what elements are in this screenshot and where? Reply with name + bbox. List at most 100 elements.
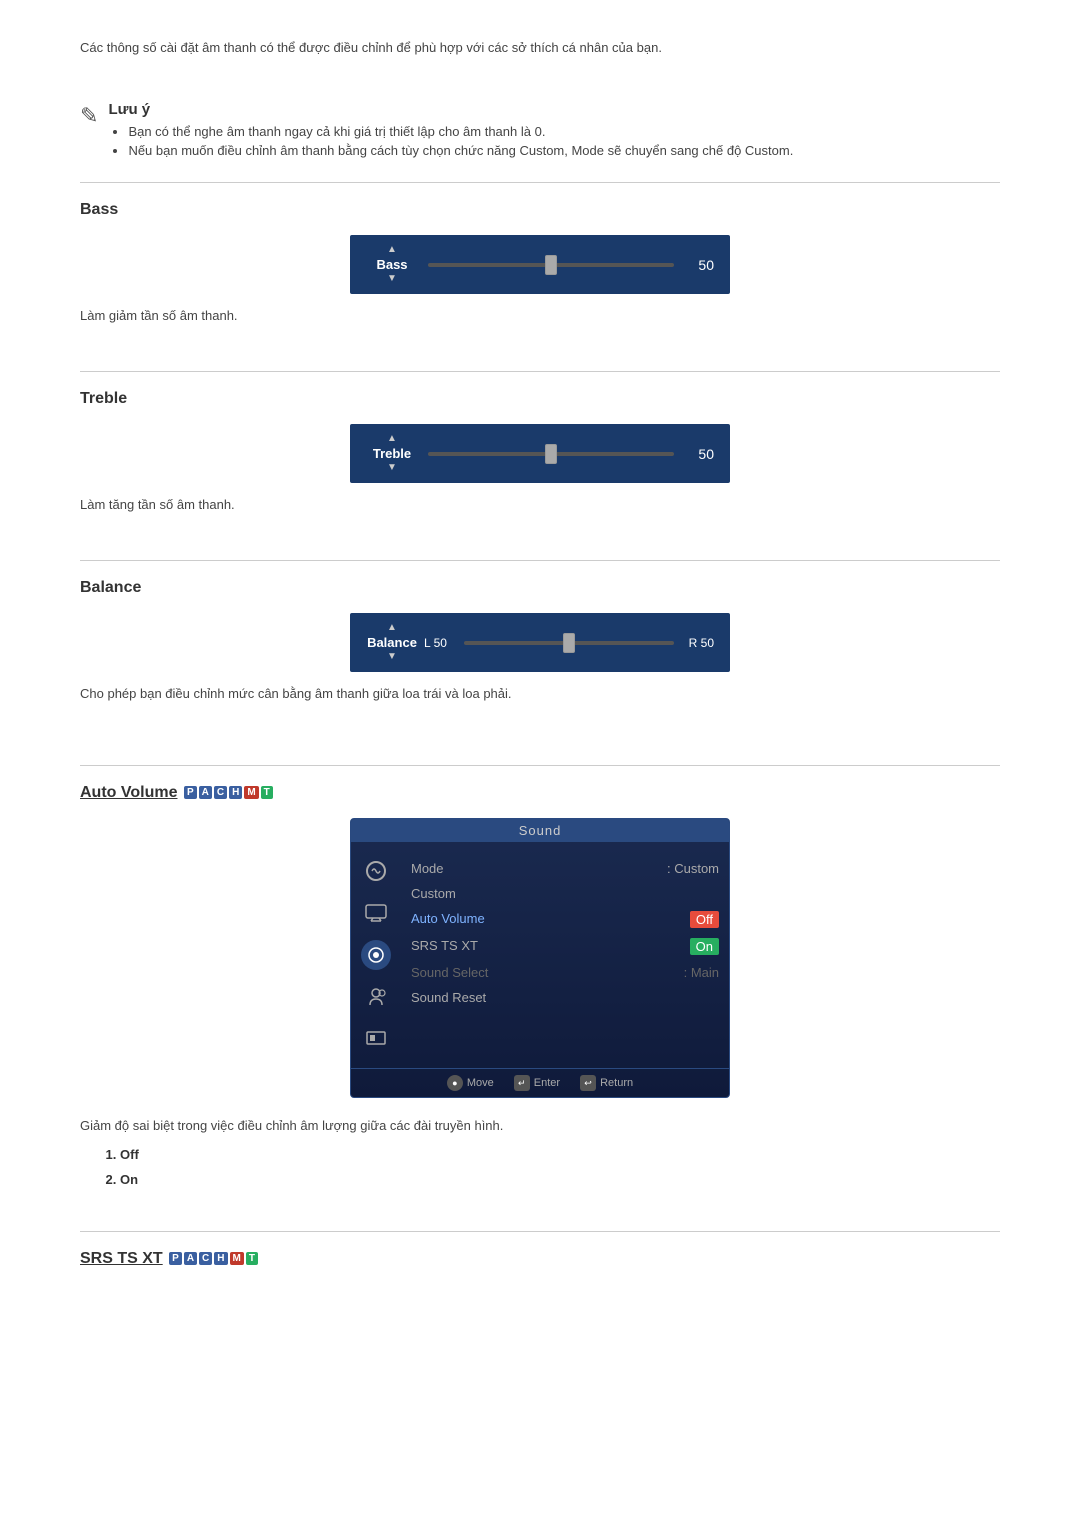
balance-track[interactable]: [464, 640, 674, 646]
treble-slider-widget[interactable]: ▲ Treble ▼ 50: [350, 424, 730, 483]
balance-left-label: L 50: [424, 636, 458, 650]
srs-link[interactable]: SRS TS XT: [80, 1250, 163, 1267]
tv-menu: Sound: [350, 818, 730, 1098]
badge-h: H: [229, 786, 242, 799]
tv-icon-4: [361, 982, 391, 1012]
balance-label-btn: ▲ Balance ▼: [366, 623, 418, 662]
bass-track[interactable]: [428, 262, 674, 268]
menu-value-srs: On: [690, 938, 719, 955]
srs-title: SRS TS XT PACHMT: [80, 1250, 1000, 1268]
treble-arrow-up[interactable]: ▲: [387, 434, 397, 444]
menu-value-sound-select: : Main: [684, 965, 719, 980]
menu-label-custom: Custom: [411, 886, 456, 901]
bass-label-btn: ▲ Bass ▼: [366, 245, 418, 284]
footer-enter-label: Enter: [534, 1077, 560, 1089]
treble-label: Treble: [373, 446, 411, 461]
bass-section: Bass ▲ Bass ▼ 50 Làm giảm tần số âm than…: [80, 201, 1000, 323]
treble-value: 50: [684, 446, 714, 462]
auto-volume-options: Off On: [80, 1147, 1000, 1187]
treble-desc: Làm tăng tần số âm thanh.: [80, 497, 1000, 512]
tv-menu-icons: [351, 852, 401, 1058]
srs-badges: PACHMT: [163, 1250, 258, 1267]
badge-t: T: [261, 786, 273, 799]
divider-4: [80, 765, 1000, 766]
tv-menu-wrapper: Sound: [80, 818, 1000, 1098]
tv-menu-items: Mode : Custom Custom Auto Volume Off SRS…: [401, 852, 729, 1058]
note-icon: ✎: [80, 103, 98, 129]
tv-icon-3-active: [361, 940, 391, 970]
srs-badge-t: T: [246, 1252, 258, 1265]
balance-section: Balance ▲ Balance ▼ L 50 R 50 Cho phép b…: [80, 579, 1000, 701]
treble-thumb[interactable]: [545, 444, 557, 464]
tv-icon-5: [361, 1024, 391, 1054]
menu-item-sound-reset[interactable]: Sound Reset: [411, 985, 719, 1010]
menu-label-sound-select: Sound Select: [411, 965, 488, 980]
auto-volume-link[interactable]: Auto Volume: [80, 784, 177, 801]
tv-menu-body: Mode : Custom Custom Auto Volume Off SRS…: [351, 842, 729, 1068]
move-icon: ●: [447, 1075, 463, 1091]
balance-thumb[interactable]: [563, 633, 575, 653]
bass-desc: Làm giảm tần số âm thanh.: [80, 308, 1000, 323]
srs-badge-a: A: [184, 1252, 197, 1265]
auto-volume-section: Auto Volume PACHMT Sound: [80, 784, 1000, 1187]
bass-arrow-up[interactable]: ▲: [387, 245, 397, 255]
bass-arrow-down[interactable]: ▼: [387, 274, 397, 284]
note-box: ✎ Lưu ý Bạn có thể nghe âm thanh ngay cả…: [80, 101, 1000, 162]
tv-icon-2: [361, 898, 391, 928]
divider-2: [80, 371, 1000, 372]
balance-title: Balance: [80, 579, 1000, 597]
footer-return: ↩ Return: [580, 1075, 633, 1091]
bass-title: Bass: [80, 201, 1000, 219]
note-title: Lưu ý: [108, 101, 793, 118]
footer-return-label: Return: [600, 1077, 633, 1089]
menu-item-custom[interactable]: Custom: [411, 881, 719, 906]
srs-section: SRS TS XT PACHMT: [80, 1250, 1000, 1268]
return-icon: ↩: [580, 1075, 596, 1091]
srs-badge-m: M: [230, 1252, 244, 1265]
srs-badge-p: P: [169, 1252, 182, 1265]
menu-item-mode[interactable]: Mode : Custom: [411, 856, 719, 881]
auto-volume-badges: PACHMT: [177, 784, 272, 801]
menu-item-srs[interactable]: SRS TS XT On: [411, 933, 719, 960]
note-item-1: Bạn có thể nghe âm thanh ngay cả khi giá…: [128, 124, 793, 139]
note-list: Bạn có thể nghe âm thanh ngay cả khi giá…: [108, 124, 793, 158]
bass-value: 50: [684, 257, 714, 273]
menu-label-auto-volume: Auto Volume: [411, 911, 485, 928]
intro-text: Các thông số cài đặt âm thanh có thể đượ…: [80, 40, 1000, 55]
divider-3: [80, 560, 1000, 561]
divider-5: [80, 1231, 1000, 1232]
srs-badge-c: C: [199, 1252, 212, 1265]
bass-thumb[interactable]: [545, 255, 557, 275]
balance-arrow-down[interactable]: ▼: [387, 652, 397, 662]
treble-label-btn: ▲ Treble ▼: [366, 434, 418, 473]
menu-item-auto-volume[interactable]: Auto Volume Off: [411, 906, 719, 933]
menu-item-sound-select[interactable]: Sound Select : Main: [411, 960, 719, 985]
menu-label-mode: Mode: [411, 861, 444, 876]
tv-icon-1: [361, 856, 391, 886]
balance-arrow-up[interactable]: ▲: [387, 623, 397, 633]
tv-menu-footer: ● Move ↵ Enter ↩ Return: [351, 1068, 729, 1097]
tv-menu-header: Sound: [351, 819, 729, 842]
menu-value-mode: : Custom: [667, 861, 719, 876]
menu-value-auto-volume: Off: [690, 911, 719, 928]
treble-section: Treble ▲ Treble ▼ 50 Làm tăng tần số âm …: [80, 390, 1000, 512]
footer-move: ● Move: [447, 1075, 494, 1091]
srs-badge-h: H: [214, 1252, 227, 1265]
option-off: Off: [120, 1147, 1000, 1162]
balance-label: Balance: [367, 635, 417, 650]
note-content: Lưu ý Bạn có thể nghe âm thanh ngay cả k…: [108, 101, 793, 162]
auto-volume-title: Auto Volume PACHMT: [80, 784, 1000, 802]
balance-slider-widget[interactable]: ▲ Balance ▼ L 50 R 50: [350, 613, 730, 672]
treble-track[interactable]: [428, 451, 674, 457]
treble-arrow-down[interactable]: ▼: [387, 463, 397, 473]
badge-a: A: [199, 786, 212, 799]
balance-desc: Cho phép bạn điều chỉnh mức cân bằng âm …: [80, 686, 1000, 701]
footer-move-label: Move: [467, 1077, 494, 1089]
note-item-2: Nếu bạn muốn điều chỉnh âm thanh bằng cá…: [128, 143, 793, 158]
treble-title: Treble: [80, 390, 1000, 408]
option-on: On: [120, 1172, 1000, 1187]
menu-label-srs: SRS TS XT: [411, 938, 478, 955]
badge-p: P: [184, 786, 197, 799]
badge-c: C: [214, 786, 227, 799]
bass-slider-widget[interactable]: ▲ Bass ▼ 50: [350, 235, 730, 294]
